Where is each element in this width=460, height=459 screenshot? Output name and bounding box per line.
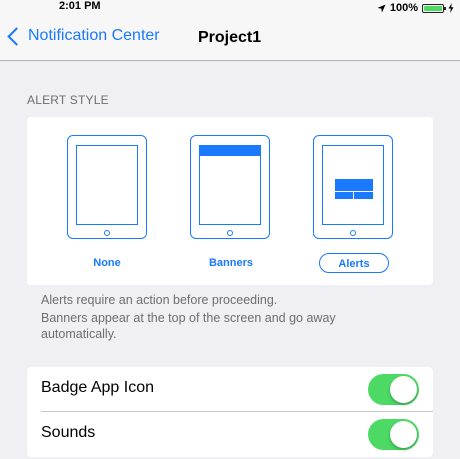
back-button[interactable]: Notification Center (6, 26, 160, 46)
ipad-screen (322, 145, 384, 225)
page-title: Project1 (198, 29, 262, 46)
ipad-none-icon (67, 135, 147, 239)
toggle-knob (390, 421, 417, 448)
battery-percent: 100% (389, 2, 418, 14)
note-banners: Banners appear at the top of the screen … (41, 311, 336, 341)
ipad-banners-icon (190, 135, 270, 239)
navigation-bar: Notification Center Project1 (0, 16, 460, 61)
alert-style-note: Alerts require an action before proceedi… (41, 292, 341, 342)
home-button-icon (104, 230, 110, 236)
note-alerts: Alerts require an action before proceedi… (41, 293, 278, 307)
alert-style-option-alerts[interactable]: Alerts (307, 117, 417, 285)
setting-row-badge-app-icon: Badge App Icon (27, 367, 433, 412)
alert-style-card: None Banners Alerts (27, 117, 433, 285)
toggle-knob (390, 376, 417, 403)
alert-style-header: ALERT STYLE (27, 93, 109, 107)
setting-label: Sounds (41, 424, 96, 441)
ipad-alerts-icon (313, 135, 393, 239)
banner-preview (200, 146, 260, 156)
status-right-group: 100% (377, 0, 454, 16)
alert-style-option-none[interactable]: None (27, 117, 147, 285)
status-time: 2:01 PM (59, 0, 101, 12)
back-button-label: Notification Center (28, 27, 160, 44)
status-bar: 2:01 PM 100% (0, 0, 460, 16)
setting-row-sounds: Sounds (27, 412, 433, 456)
home-button-icon (227, 230, 233, 236)
chevron-left-icon (7, 26, 26, 46)
home-button-icon (350, 230, 356, 236)
location-arrow-icon (377, 3, 386, 13)
alert-style-option-banners[interactable]: Banners (177, 117, 287, 285)
badge-app-icon-toggle[interactable] (368, 374, 419, 405)
battery-icon (422, 3, 446, 13)
alert-style-label-banners: Banners (208, 257, 254, 269)
setting-label: Badge App Icon (41, 379, 154, 396)
settings-group: Badge App Icon Sounds (27, 367, 433, 457)
ipad-screen (76, 145, 138, 225)
charging-bolt-icon (448, 3, 454, 13)
alert-style-label-none: None (93, 257, 121, 269)
sounds-toggle[interactable] (368, 419, 419, 450)
ipad-screen (199, 145, 261, 225)
alert-preview (335, 179, 373, 199)
alert-style-label-alerts: Alerts (319, 253, 389, 273)
